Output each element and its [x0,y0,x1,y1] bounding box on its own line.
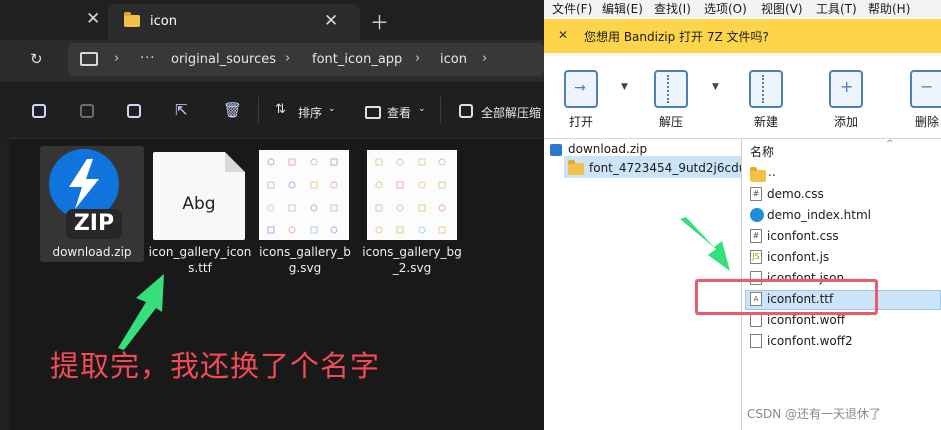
parent-folder-icon [750,167,766,182]
menu-options[interactable]: 选项(O) [704,0,747,17]
zip-badge: ZIP [66,209,122,239]
chevron-down-icon: ⌄ [328,104,336,114]
extract-dropdown-icon[interactable]: ▼ [712,82,719,92]
breadcrumb-original-sources[interactable]: original_sources [171,52,276,67]
file-row-iconfont-woff2[interactable]: iconfont.woff2 [767,334,853,348]
extract-all-button[interactable]: 全部解压缩 [481,104,541,121]
page-fold [225,152,245,172]
file-name-svg[interactable]: icons_gallery_bg.svg [255,244,355,276]
delete-file-icon[interactable]: − [910,70,941,108]
bandizip-toolbar: → ▼ 打开 ▼ 解压 新建 + 添加 − 删除 [544,56,941,139]
highlight-box [695,279,878,315]
column-header-name[interactable]: 名称 [750,143,774,160]
folder-icon [124,12,140,27]
breadcrumb-font-icon-app[interactable]: font_icon_app [312,52,402,67]
toolbar-divider [258,97,259,123]
copy-icon[interactable] [32,104,46,118]
sort-arrow-icon: ^ [886,139,894,149]
tab-title: icon [150,14,177,29]
close-notice-icon[interactable]: ✕ [558,28,568,42]
annotation-arrow-icon [118,274,164,350]
svg-thumbnail-icon [259,150,349,240]
file-explorer-window: ✕ icon ✕ ＋ ↻ › ··· original_sources › fo… [0,0,544,430]
font-preview-text: Abg [182,194,216,214]
file-row-iconfont-css[interactable]: iconfont.css [767,229,839,243]
woff2-file-icon [750,334,762,348]
file-name-download-zip[interactable]: download.zip [40,244,144,260]
notice-text: 您想用 Bandizip 打开 7Z 文件吗? [584,30,769,44]
open-icon[interactable]: → [564,70,598,108]
menu-view[interactable]: 视图(V) [761,0,803,17]
tree-item-font-folder[interactable]: font_4723454_9utd2j6cdur [589,161,741,175]
bandizip-window: 文件(F) 编辑(E) 查找(I) 选项(O) 视图(V) 工具(T) 帮助(H… [544,0,941,430]
breadcrumb-icon[interactable]: icon [440,52,467,67]
add-button[interactable]: 添加 [821,113,871,130]
tab-bar: ✕ icon ✕ ＋ [0,0,544,40]
annotation-caption: 提取完，我还换了个名字 [50,349,381,383]
open-button[interactable]: 打开 [556,113,606,130]
close-prev-tab-icon[interactable]: ✕ [86,9,100,29]
js-file-icon: JS [750,250,762,264]
breadcrumb-overflow[interactable]: ··· [140,51,155,66]
folder-icon [568,160,584,175]
view-button[interactable]: 查看 [387,104,411,121]
menu-file[interactable]: 文件(F) [552,0,592,17]
share-icon[interactable]: ⇱ [175,101,188,119]
tree-item-download-zip[interactable]: download.zip [568,142,647,156]
sort-icon: ⇅ [275,102,286,117]
new-button[interactable]: 新建 [741,113,791,130]
menu-bar: 文件(F) 编辑(E) 查找(I) 选项(O) 视图(V) 工具(T) 帮助(H… [544,0,941,17]
address-bar[interactable]: › ··· original_sources › font_icon_app ›… [68,43,544,76]
chevron-right-icon: › [285,51,291,66]
close-tab-icon[interactable]: ✕ [324,11,338,31]
menu-help[interactable]: 帮助(H) [868,0,910,17]
chevron-right-icon: › [482,51,488,66]
zip-archive-icon [550,144,562,156]
notice-bar: ✕ 您想用 Bandizip 打开 7Z 文件吗? [544,19,941,53]
computer-icon [80,52,98,66]
open-dropdown-icon[interactable]: ▼ [621,82,628,92]
menu-edit[interactable]: 编辑(E) [602,0,643,17]
sort-button[interactable]: 排序 [298,104,322,121]
chevron-down-icon: ⌄ [418,104,426,114]
tab-icon-folder[interactable]: icon ✕ [108,4,360,40]
css-file-icon: # [750,187,762,201]
file-row-iconfont-js[interactable]: iconfont.js [767,250,829,264]
extract-button[interactable]: 解压 [646,113,696,130]
menu-find[interactable]: 查找(I) [654,0,691,17]
file-row-iconfont-woff[interactable]: iconfont.woff [767,313,845,327]
delete-icon[interactable]: 🗑 [223,101,242,119]
new-tab-icon[interactable]: ＋ [370,8,389,35]
file-name-svg-2[interactable]: icons_gallery_bg_2.svg [362,244,462,276]
refresh-icon[interactable]: ↻ [30,50,43,68]
toolbar-divider [440,97,441,123]
delete-button[interactable]: 删除 [902,113,941,130]
chevron-right-icon: › [415,51,421,66]
svg-thumbnail-2-icon [367,150,457,240]
file-row-parent[interactable]: .. [768,165,776,179]
file-row-demo-css[interactable]: demo.css [767,187,824,201]
woff-file-icon [750,313,762,327]
extract-zipper-icon[interactable] [654,70,688,108]
css-file-icon: # [750,229,762,243]
edge-browser-icon [750,208,764,222]
chevron-right-icon: › [114,51,120,66]
extract-icon [459,104,473,118]
menu-tools[interactable]: 工具(T) [816,0,857,17]
nav-pane-edge [0,138,10,430]
view-icon [365,106,381,119]
file-row-demo-index-html[interactable]: demo_index.html [767,208,871,222]
watermark: CSDN @还有一天退休了 [747,407,882,421]
rename-icon[interactable] [127,104,141,118]
new-archive-icon[interactable] [749,70,783,108]
paste-icon[interactable] [80,104,94,118]
annotation-arrow-right-icon [680,217,730,271]
add-file-icon[interactable]: + [829,70,863,108]
